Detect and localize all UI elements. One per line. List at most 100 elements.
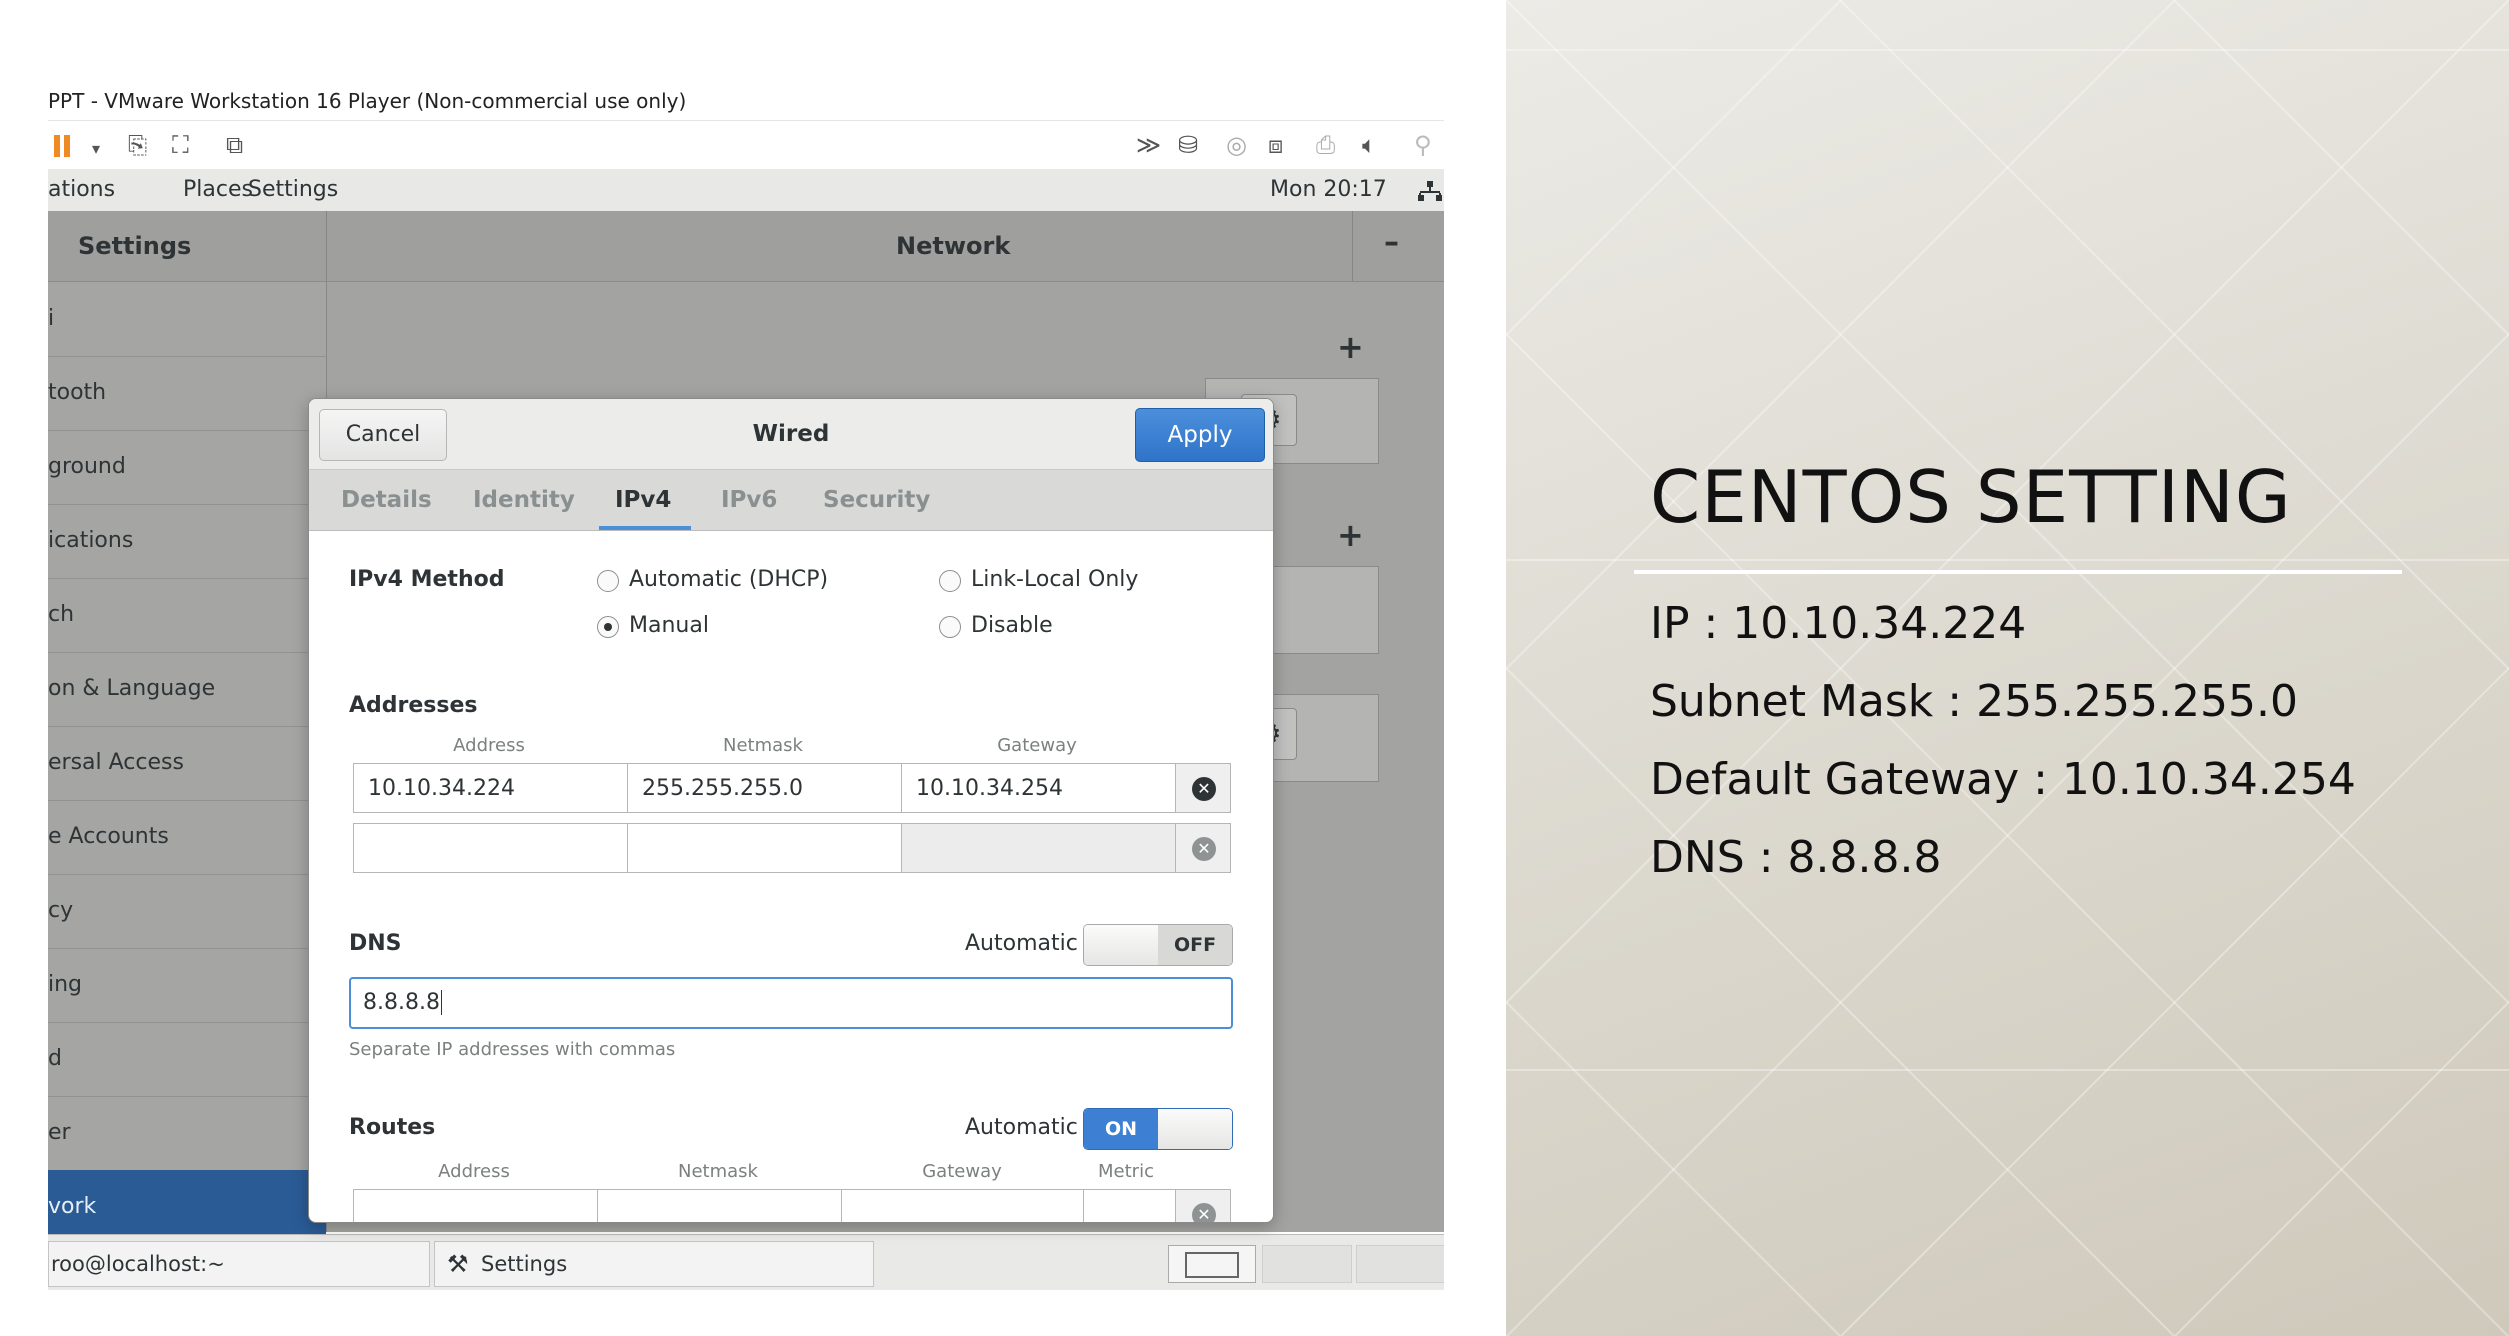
route-gateway-field[interactable] — [841, 1189, 1084, 1222]
taskbar-terminal[interactable]: roo@localhost:~ — [48, 1241, 430, 1287]
gateway-field[interactable]: 10.10.34.254 — [901, 763, 1176, 813]
taskbar-settings-label: Settings — [481, 1252, 568, 1276]
sidebar-item-label: ground — [48, 454, 126, 479]
automatic-dhcp-radio[interactable] — [597, 570, 619, 592]
netmask-field[interactable]: 255.255.255.0 — [627, 763, 902, 813]
route-address-field[interactable] — [353, 1189, 598, 1222]
settings-sidebar: i tooth ground ications ch on & Language… — [48, 282, 327, 1245]
gateway-field[interactable] — [901, 823, 1176, 873]
window-title: PPT - VMware Workstation 16 Player (Non-… — [48, 89, 687, 113]
sidebar-item-label: ch — [48, 602, 75, 627]
workspace-3[interactable] — [1356, 1245, 1444, 1283]
minimize-icon[interactable]: – — [1384, 225, 1399, 260]
close-icon: ✕ — [1192, 1203, 1216, 1222]
fullscreen-icon[interactable]: ⛶ — [172, 133, 189, 157]
applications-menu[interactable]: ations — [48, 169, 115, 211]
dns-value: 8.8.8.8 — [363, 990, 440, 1015]
sound-icon[interactable]: 🔈︎ — [1362, 133, 1376, 157]
places-menu[interactable]: Places — [183, 169, 253, 211]
sidebar-item-label: ersal Access — [48, 750, 184, 775]
window-thumbnail — [1185, 1252, 1239, 1278]
route-netmask-field[interactable] — [597, 1189, 842, 1222]
dialog-title: Wired — [752, 421, 830, 447]
sidebar-item-power[interactable]: er — [48, 1096, 326, 1171]
settings-menu[interactable]: Settings — [248, 169, 338, 211]
dns-input[interactable]: 8.8.8.8 — [349, 977, 1233, 1029]
sidebar-item-background[interactable]: ground — [48, 430, 326, 505]
taskbar: roo@localhost:~ ⚒ Settings — [48, 1234, 1444, 1290]
sidebar-item-sharing[interactable]: ing — [48, 948, 326, 1023]
unity-icon[interactable]: ⧉ — [226, 133, 243, 157]
disable-radio[interactable] — [939, 616, 961, 638]
route-metric-column-header: Metric — [1098, 1161, 1154, 1182]
dropdown-arrow-icon[interactable]: ▾ — [92, 137, 100, 161]
sidebar-item-label: on & Language — [48, 676, 216, 701]
sidebar-item-label: i — [48, 306, 55, 331]
add-vpn-icon[interactable]: + — [1337, 328, 1364, 366]
network-panel-title: Network — [896, 232, 1011, 260]
workspace-1[interactable] — [1168, 1245, 1256, 1283]
manual-label[interactable]: Manual — [629, 613, 709, 638]
taskbar-settings[interactable]: ⚒ Settings — [434, 1241, 874, 1287]
active-tab-indicator — [599, 526, 691, 530]
clock[interactable]: Mon 20:17 — [1270, 169, 1387, 211]
manual-radio[interactable] — [597, 616, 619, 638]
diamond-pattern — [1506, 0, 2509, 1336]
sidebar-item-privacy[interactable]: cy — [48, 874, 326, 949]
tab-ipv6[interactable]: IPv6 — [721, 470, 777, 530]
sidebar-item-region-language[interactable]: on & Language — [48, 652, 326, 727]
dns-automatic-switch[interactable]: OFF — [1083, 924, 1233, 966]
ipv4-method-label: IPv4 Method — [349, 567, 505, 592]
sidebar-item-online-accounts[interactable]: e Accounts — [48, 800, 326, 875]
default-gateway-line: Default Gateway : 10.10.34.254 — [1650, 754, 2356, 805]
network-adapter-icon[interactable]: ⧈ — [1268, 133, 1283, 157]
tab-ipv4[interactable]: IPv4 — [615, 470, 671, 530]
tab-identity[interactable]: Identity — [473, 470, 575, 530]
sidebar-item[interactable]: i — [48, 282, 326, 357]
tab-security[interactable]: Security — [823, 470, 930, 530]
sidebar-item-universal-access[interactable]: ersal Access — [48, 726, 326, 801]
gnome-top-bar: ations Places Settings Mon 20:17 — [48, 169, 1444, 212]
removable-device-icon[interactable]: ⛁ — [1178, 133, 1198, 157]
tab-details[interactable]: Details — [341, 470, 432, 530]
gateway-column-header: Gateway — [997, 735, 1077, 756]
sidebar-item-sound[interactable]: d — [48, 1022, 326, 1097]
forward-icon[interactable]: ≫ — [1136, 133, 1161, 157]
sidebar-item-label: ications — [48, 528, 134, 553]
send-ctrl-alt-del-icon[interactable]: ⎘ — [128, 133, 147, 157]
close-icon: ✕ — [1192, 777, 1216, 801]
routes-automatic-switch[interactable]: ON — [1083, 1108, 1233, 1150]
automatic-dhcp-label[interactable]: Automatic (DHCP) — [629, 567, 828, 592]
sidebar-item-notifications[interactable]: ications — [48, 504, 326, 579]
netmask-field[interactable] — [627, 823, 902, 873]
dns-line: DNS : 8.8.8.8 — [1650, 832, 1942, 883]
delete-route-button[interactable]: ✕ — [1175, 1189, 1231, 1222]
usb-icon[interactable]: ⚲ — [1414, 133, 1432, 157]
add-connection-icon[interactable]: + — [1337, 516, 1364, 554]
settings-headerbar: Settings Network – — [48, 211, 1444, 282]
ip-line: IP : 10.10.34.224 — [1650, 598, 2027, 649]
subnet-mask-line: Subnet Mask : 255.255.255.0 — [1650, 676, 2298, 727]
route-metric-field[interactable] — [1083, 1189, 1176, 1222]
cd-icon[interactable]: ◎ — [1226, 133, 1247, 157]
cancel-button[interactable]: Cancel — [319, 409, 447, 461]
workspace-2[interactable] — [1262, 1245, 1352, 1283]
link-local-radio[interactable] — [939, 570, 961, 592]
pause-icon[interactable] — [54, 135, 70, 157]
network-icon[interactable] — [1418, 181, 1442, 201]
delete-address-button[interactable]: ✕ — [1175, 823, 1231, 873]
address-field[interactable] — [353, 823, 628, 873]
sidebar-item-bluetooth[interactable]: tooth — [48, 356, 326, 431]
sidebar-item-search[interactable]: ch — [48, 578, 326, 653]
printer-icon[interactable]: ⎙ — [1316, 133, 1335, 157]
delete-address-button[interactable]: ✕ — [1175, 763, 1231, 813]
title-underline — [1634, 570, 2402, 574]
route-address-column-header: Address — [438, 1161, 510, 1182]
vmware-toolbar: ▾ ⎘ ⛶ ⧉ ≫ ⛁ ◎ ⧈ ⎙ 🔈︎ ⚲ — [48, 120, 1444, 170]
netmask-column-header: Netmask — [723, 735, 803, 756]
address-field[interactable]: 10.10.34.224 — [353, 763, 628, 813]
disable-label[interactable]: Disable — [971, 613, 1053, 638]
link-local-label[interactable]: Link-Local Only — [971, 567, 1138, 592]
apply-button[interactable]: Apply — [1135, 408, 1265, 462]
header-divider — [326, 211, 327, 281]
